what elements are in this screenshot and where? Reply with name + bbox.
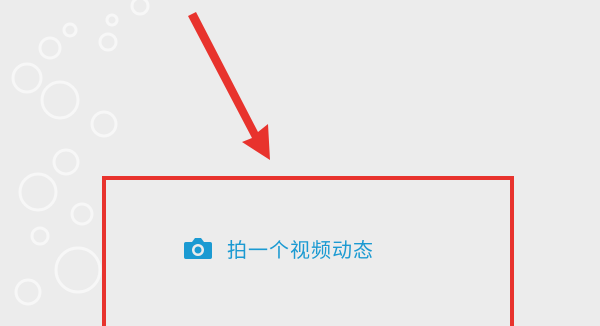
camera-icon xyxy=(184,238,212,259)
shoot-video-post-button[interactable]: 拍一个视频动态 xyxy=(183,232,374,264)
shoot-video-post-label: 拍一个视频动态 xyxy=(227,237,374,262)
